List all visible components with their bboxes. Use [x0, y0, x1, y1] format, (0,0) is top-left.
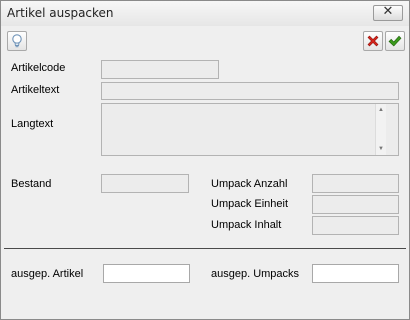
window-title: Artikel auspacken	[7, 6, 114, 20]
langtext-scrollbar[interactable]: ▲ ▼	[375, 104, 386, 155]
artikelcode-label: Artikelcode	[11, 62, 66, 74]
close-icon: ✕	[382, 4, 394, 19]
langtext-label: Langtext	[11, 118, 54, 130]
artikeltext-field[interactable]	[101, 82, 399, 100]
lightbulb-icon	[12, 34, 22, 48]
title-bar[interactable]: Artikel auspacken ✕	[1, 1, 409, 26]
umpack-anzahl-field[interactable]	[312, 174, 399, 193]
artikeltext-label: Artikeltext	[11, 84, 60, 96]
umpack-inhalt-label: Umpack Inhalt	[211, 219, 282, 231]
dialog-content: Artikelcode Artikeltext Langtext ▲ ▼ Bes…	[1, 26, 409, 319]
cancel-button[interactable]	[363, 31, 383, 51]
umpack-anzahl-label: Umpack Anzahl	[211, 178, 288, 190]
scroll-up-arrow-icon[interactable]: ▲	[376, 105, 386, 115]
red-x-icon	[367, 35, 379, 47]
ausgep-artikel-label: ausgep. Artikel	[11, 268, 84, 280]
dialog-window: Artikel auspacken ✕ Artikelcode Artikelt…	[0, 0, 410, 320]
artikelcode-field[interactable]	[101, 60, 219, 79]
ausgep-artikel-input[interactable]	[103, 264, 190, 283]
bestand-label: Bestand	[11, 178, 52, 190]
ausgep-umpacks-label: ausgep. Umpacks	[211, 268, 300, 280]
langtext-textarea[interactable]: ▲ ▼	[101, 103, 399, 156]
section-divider	[4, 248, 406, 249]
bestand-field[interactable]	[101, 174, 189, 193]
scroll-down-arrow-icon[interactable]: ▼	[376, 144, 386, 154]
green-check-icon	[388, 35, 402, 47]
close-window-button[interactable]: ✕	[373, 4, 403, 21]
confirm-button[interactable]	[385, 31, 405, 51]
hint-button[interactable]	[7, 31, 27, 51]
umpack-einheit-field[interactable]	[312, 195, 399, 214]
ausgep-umpacks-input[interactable]	[312, 264, 399, 283]
umpack-einheit-label: Umpack Einheit	[211, 198, 289, 210]
umpack-inhalt-field[interactable]	[312, 216, 399, 235]
